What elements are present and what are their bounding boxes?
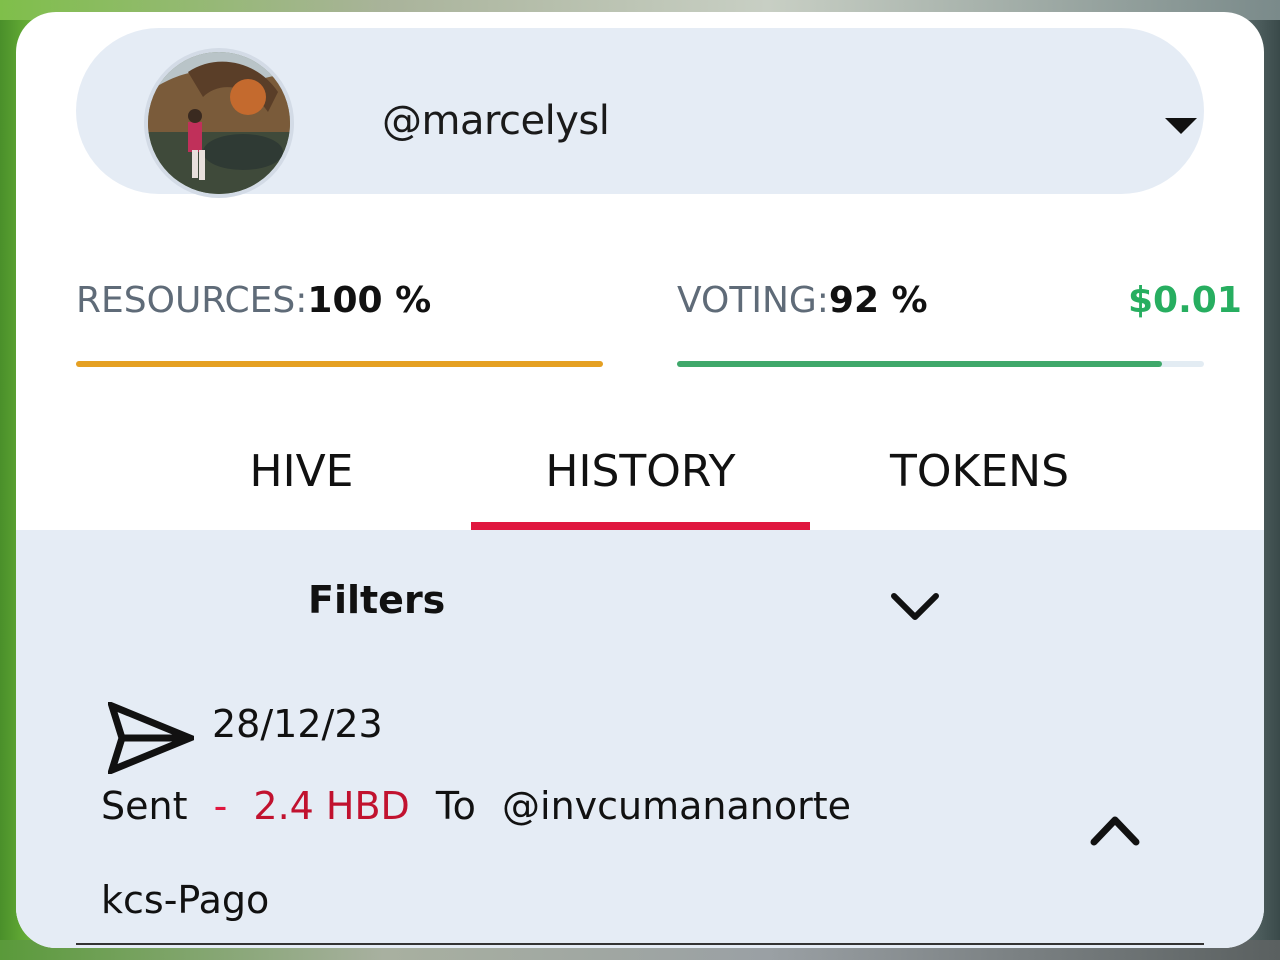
caret-down-icon[interactable] bbox=[1165, 118, 1197, 134]
transaction-date: 28/12/23 bbox=[212, 702, 383, 746]
send-icon bbox=[108, 702, 194, 774]
account-username: @marcelysl bbox=[382, 98, 610, 144]
tab-history[interactable]: HISTORY bbox=[471, 412, 810, 530]
resources-bar bbox=[76, 361, 603, 367]
chevron-up-icon[interactable] bbox=[1090, 814, 1140, 846]
filters-toggle-label[interactable]: Filters bbox=[308, 578, 445, 622]
transaction-summary: Sent - 2.4 HBD To @invcumananorte bbox=[101, 784, 865, 828]
wallet-card: @marcelysl RESOURCES:100 % VOTING:92 % $… bbox=[16, 12, 1264, 948]
history-panel: Filters 28/12/23 Sent - 2.4 HBD To @invc… bbox=[16, 530, 1264, 948]
resources-value: 100 % bbox=[307, 280, 432, 321]
avatar-image bbox=[148, 52, 290, 194]
resources-bar-fill bbox=[76, 361, 603, 367]
voting-bar bbox=[677, 361, 1204, 367]
transaction-dash: - bbox=[213, 784, 228, 828]
vote-value: $0.01 bbox=[1128, 280, 1242, 321]
resources-label: RESOURCES: bbox=[76, 280, 308, 321]
voting-value-percent: 92 % bbox=[828, 280, 928, 321]
transaction-to-label: To bbox=[435, 784, 476, 828]
avatar bbox=[144, 48, 294, 198]
chevron-down-icon[interactable] bbox=[890, 590, 940, 622]
tab-hive[interactable]: HIVE bbox=[132, 412, 471, 530]
voting-bar-fill bbox=[677, 361, 1162, 367]
transaction-memo: kcs-Pago bbox=[101, 878, 270, 922]
tab-tokens[interactable]: TOKENS bbox=[810, 412, 1149, 530]
account-selector[interactable]: @marcelysl bbox=[76, 28, 1204, 198]
divider bbox=[76, 943, 1204, 945]
voting-stat: VOTING:92 % bbox=[677, 280, 928, 321]
resources-stat: RESOURCES:100 % bbox=[76, 280, 431, 321]
transaction-amount: 2.4 HBD bbox=[253, 784, 410, 828]
transaction-recipient[interactable]: @invcumananorte bbox=[502, 784, 851, 828]
voting-label: VOTING: bbox=[677, 280, 829, 321]
transaction-type: Sent bbox=[101, 784, 188, 828]
